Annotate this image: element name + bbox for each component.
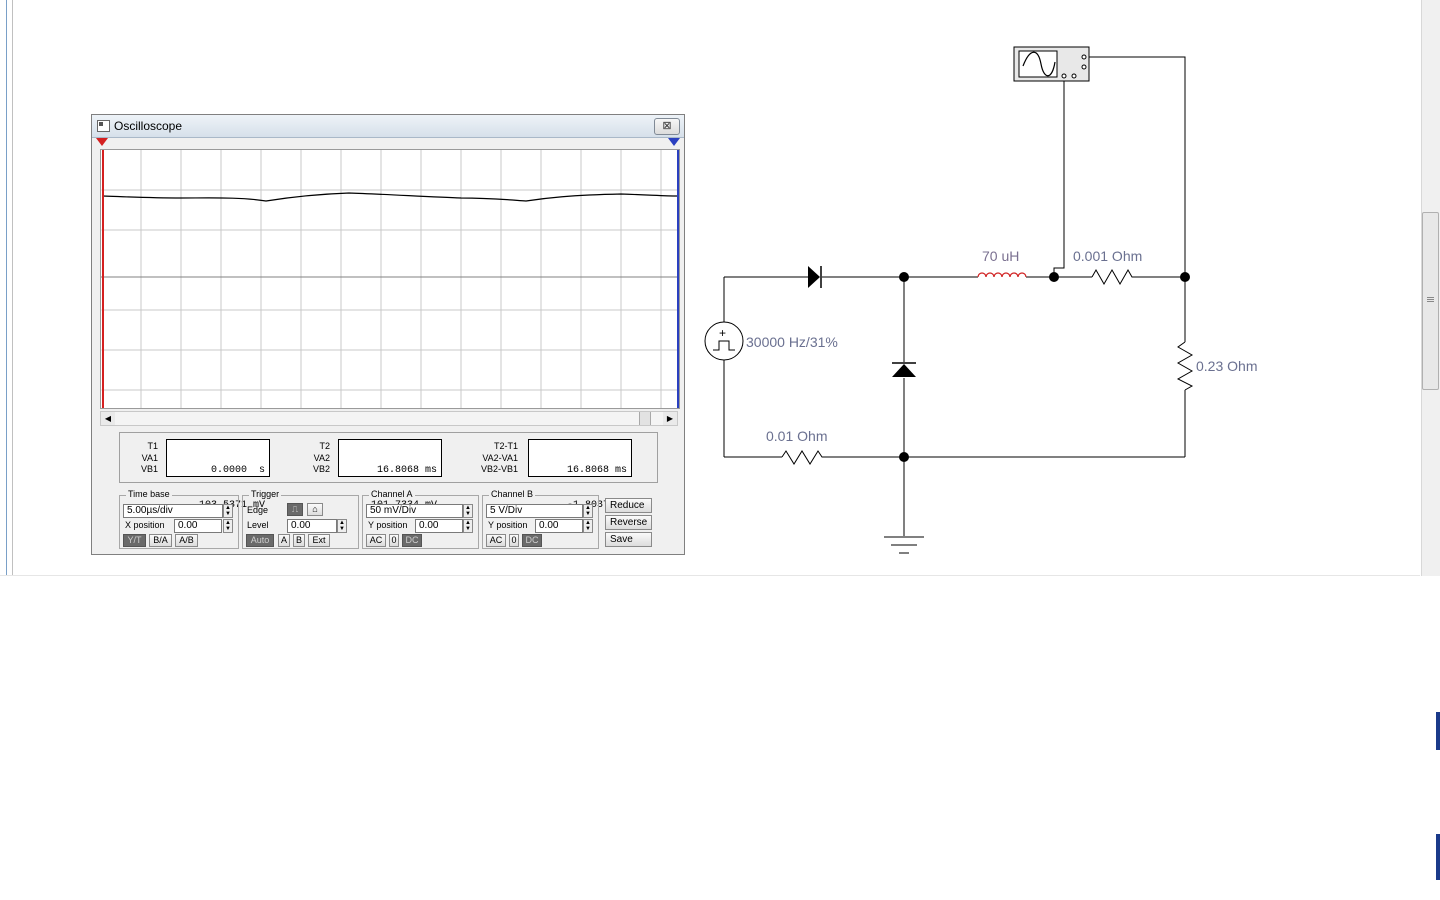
trigger-a-button[interactable]: A [278, 534, 290, 547]
time-scrollbar-thumb[interactable] [639, 412, 651, 425]
resistor-sense-icon [781, 450, 826, 465]
channel-a-scale-spinner[interactable]: ▲ ▼ [463, 504, 473, 518]
channel-b-scale-field[interactable]: 5 V/Div [486, 504, 583, 518]
rising-edge-button[interactable]: ⎍ [287, 503, 303, 516]
va1-label: VA1 [141, 452, 158, 463]
resistor-load-icon [1176, 341, 1194, 391]
edge-label: Edge [247, 505, 269, 515]
trigger-b-button[interactable]: B [293, 534, 305, 547]
t1-readout: 0.0000 s 103.5371 mV [166, 439, 270, 511]
oscilloscope-window[interactable]: Oscilloscope ⊠ ◀ ▶ T1 VA1 VB1 0.0000 s m… [91, 114, 685, 555]
t2-label: T2 [319, 441, 330, 451]
workspace-bottom-edge [0, 575, 1420, 576]
channel-a-title: Channel A [369, 489, 415, 499]
reduce-button[interactable]: Reduce [605, 498, 652, 513]
series-resistor-label: 0.001 Ohm [1073, 248, 1143, 264]
channel-a-ypos-spinner[interactable]: ▲ ▼ [463, 519, 473, 533]
trigger-level-field[interactable]: 0.00 [287, 519, 337, 533]
time-scrollbar[interactable]: ◀ ▶ [100, 411, 678, 426]
vb1-label: VB1 [140, 464, 158, 474]
trigger-ext-button[interactable]: Ext [308, 534, 330, 547]
trigger-group: Trigger Edge ⎍ ⌂ Level 0.00 ▲ ▼ Auto A B … [242, 489, 359, 549]
oscilloscope-grid [101, 150, 679, 408]
trigger-title: Trigger [249, 489, 282, 499]
reverse-button[interactable]: Reverse [605, 515, 652, 530]
level-label: Level [247, 520, 269, 530]
save-button[interactable]: Save [605, 532, 652, 547]
left-window-edge [0, 0, 14, 576]
diode-freewheel-icon [892, 362, 916, 377]
t2-time: 16.8068 ms [376, 465, 437, 476]
x-position-label: X position [125, 520, 165, 530]
close-icon[interactable]: ⊠ [654, 118, 680, 135]
trigger-level-spinner[interactable]: ▲ ▼ [337, 519, 347, 533]
channel-a-ac-button[interactable]: AC [366, 534, 386, 547]
x-position-spinner[interactable]: ▲ ▼ [223, 519, 233, 533]
oscilloscope-titlebar[interactable]: Oscilloscope ⊠ [92, 115, 684, 138]
scroll-left-icon[interactable]: ◀ [101, 412, 115, 425]
circuit-wires: + [704, 46, 1194, 554]
trigger-auto-button[interactable]: Auto [246, 534, 274, 547]
channel-a-group: Channel A 50 mV/Div ▲ ▼ Y position 0.00 ▲… [362, 489, 479, 549]
t1-time: 0.0000 s [210, 465, 265, 476]
timebase-spinner[interactable]: ▲ ▼ [223, 504, 233, 518]
x-position-field[interactable]: 0.00 [174, 519, 222, 533]
channel-b-group: Channel B 5 V/Div ▲ ▼ Y position 0.00 ▲ ▼ … [482, 489, 599, 549]
dvb-label: VB2-VB1 [480, 464, 518, 474]
channel-a-ypos-label: Y position [368, 520, 408, 530]
channel-b-scale-spinner[interactable]: ▲ ▼ [583, 504, 593, 518]
channel-b-zero-button[interactable]: 0 [509, 534, 519, 547]
t2-readout: 16.8068 ms 101.7334 mV [338, 439, 442, 511]
channel-b-ypos-label: Y position [488, 520, 528, 530]
channel-b-ypos-field[interactable]: 0.00 [535, 519, 583, 533]
circuit-schematic: + 30000 Hz/31% 70 uH 0.001 Ohm 0.23 Ohm … [700, 40, 1300, 570]
source-label: 30000 Hz/31% [746, 334, 838, 350]
edge-marker [1436, 712, 1440, 750]
edge-marker [1436, 834, 1440, 880]
resistor-series-icon [1091, 268, 1136, 286]
channel-a-trace [102, 192, 678, 202]
dt-time: 16.8068 ms [566, 465, 627, 476]
timebase-title: Time base [126, 489, 172, 499]
oscilloscope-title: Oscilloscope [114, 119, 183, 133]
channel-b-title: Channel B [489, 489, 536, 499]
oscilloscope-screen [100, 149, 680, 409]
cursor-1-handle[interactable] [96, 138, 108, 146]
pulse-source-icon: + [704, 321, 744, 361]
yt-mode-button[interactable]: Y/T [123, 534, 146, 547]
vb2-label: VB2 [312, 464, 330, 474]
falling-edge-button[interactable]: ⌂ [307, 503, 323, 516]
channel-a-scale-field[interactable]: 50 mV/Div [366, 504, 463, 518]
timebase-group: Time base 5.00µs/div ▲ ▼ X position 0.00 … [119, 489, 239, 549]
ground-icon [884, 536, 924, 554]
va2-label: VA2 [313, 452, 330, 463]
dt-label: T2-T1 [493, 441, 518, 451]
scope-instrument-icon [1013, 46, 1090, 82]
sense-resistor-label: 0.01 Ohm [766, 428, 828, 444]
ab-mode-button[interactable]: A/B [175, 534, 198, 547]
channel-b-ypos-spinner[interactable]: ▲ ▼ [583, 519, 593, 533]
channel-a-dc-button[interactable]: DC [402, 534, 422, 547]
channel-a-ypos-field[interactable]: 0.00 [415, 519, 463, 533]
cursor-readouts: T1 VA1 VB1 0.0000 s 103.5371 mV T2 VA2 V… [119, 432, 658, 511]
window-icon [97, 120, 110, 132]
scroll-right-icon[interactable]: ▶ [663, 412, 677, 425]
ba-mode-button[interactable]: B/A [149, 534, 172, 547]
channel-a-zero-button[interactable]: 0 [389, 534, 399, 547]
cursor-2-handle[interactable] [668, 138, 680, 146]
load-resistor-label: 0.23 Ohm [1196, 358, 1258, 374]
inductor-label: 70 uH [982, 248, 1020, 264]
timebase-scale-field[interactable]: 5.00µs/div [123, 504, 223, 518]
diff-readout: 16.8068 ms -1.8037 mV [528, 439, 632, 511]
diode-series-icon [808, 266, 822, 288]
svg-text:+: + [719, 326, 726, 340]
dva-label: VA2-VA1 [482, 452, 518, 463]
t1-label: T1 [147, 441, 158, 451]
channel-b-ac-button[interactable]: AC [486, 534, 506, 547]
inductor-icon [977, 272, 1027, 278]
channel-b-dc-button[interactable]: DC [522, 534, 542, 547]
vertical-scrollbar-thumb[interactable] [1422, 212, 1439, 390]
